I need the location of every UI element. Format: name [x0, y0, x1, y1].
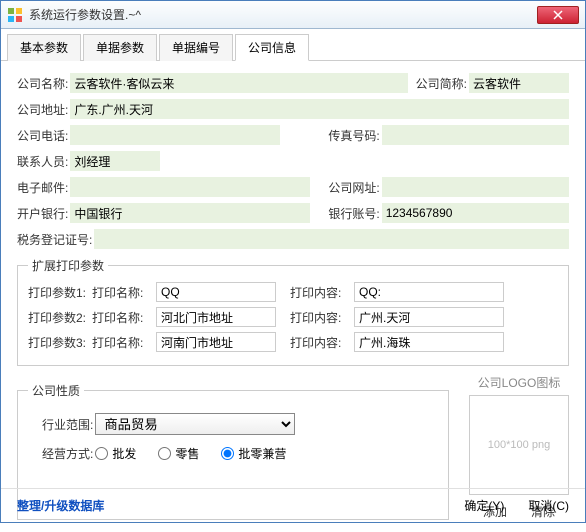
bank-input[interactable] — [70, 203, 310, 223]
close-button[interactable] — [537, 6, 579, 24]
contact-input[interactable] — [70, 151, 160, 171]
titlebar: 系统运行参数设置.~^ — [1, 1, 585, 29]
company-addr-label: 公司地址: — [17, 101, 68, 118]
company-name-label: 公司名称: — [17, 75, 68, 92]
mode-radio-1[interactable] — [158, 447, 171, 460]
print-content-input-0[interactable] — [354, 282, 504, 302]
print-content-input-2[interactable] — [354, 332, 504, 352]
mode-radio-0[interactable] — [95, 447, 108, 460]
mode-option-1[interactable]: 零售 — [158, 445, 199, 462]
print-name-input-0[interactable] — [156, 282, 276, 302]
tab-billno[interactable]: 单据编号 — [159, 34, 233, 61]
print-content-label: 打印内容: — [290, 284, 348, 301]
window-title: 系统运行参数设置.~^ — [29, 6, 537, 23]
dialog-window: 系统运行参数设置.~^ 基本参数 单据参数 单据编号 公司信息 公司名称: 公司… — [0, 0, 586, 523]
bank-label: 开户银行: — [17, 205, 68, 222]
tab-bill[interactable]: 单据参数 — [83, 34, 157, 61]
company-short-input[interactable] — [469, 73, 569, 93]
close-icon — [553, 10, 563, 20]
bank-account-label: 银行账号: — [328, 205, 379, 222]
company-tel-input[interactable] — [70, 125, 280, 145]
print-ext-group: 扩展打印参数 打印参数1: 打印名称: 打印内容: 打印参数2: 打印名称: 打印内容: 打… — [17, 257, 569, 366]
app-icon — [7, 7, 23, 23]
website-input[interactable] — [382, 177, 569, 197]
print-param-label: 打印参数2: — [28, 309, 86, 326]
fax-input[interactable] — [382, 125, 569, 145]
tab-content: 公司名称: 公司简称: 公司地址: 公司电话: 传真号码: 联系人员: 电子邮件… — [1, 61, 585, 532]
mode-option-2[interactable]: 批零兼营 — [221, 445, 286, 462]
maintain-db-link[interactable]: 整理/升级数据库 — [17, 497, 104, 514]
contact-label: 联系人员: — [17, 153, 68, 170]
mode-text: 批零兼营 — [238, 445, 286, 462]
company-nature-legend: 公司性质 — [28, 382, 84, 399]
mode-radio-group: 批发 零售 批零兼营 — [95, 445, 304, 462]
mode-text: 零售 — [175, 445, 199, 462]
print-name-label: 打印名称: — [92, 284, 150, 301]
tab-company[interactable]: 公司信息 — [235, 34, 309, 61]
mode-text: 批发 — [112, 445, 136, 462]
print-name-label: 打印名称: — [92, 309, 150, 326]
print-param-label: 打印参数1: — [28, 284, 86, 301]
company-addr-input[interactable] — [70, 99, 569, 119]
website-label: 公司网址: — [328, 179, 379, 196]
print-content-label: 打印内容: — [290, 334, 348, 351]
logo-placeholder: 100*100 png — [488, 439, 550, 451]
print-ext-legend: 扩展打印参数 — [28, 257, 108, 274]
fax-label: 传真号码: — [328, 127, 379, 144]
taxno-label: 税务登记证号: — [17, 231, 92, 248]
company-short-label: 公司简称: — [416, 75, 467, 92]
print-content-label: 打印内容: — [290, 309, 348, 326]
taxno-input[interactable] — [94, 229, 569, 249]
logo-box[interactable]: 100*100 png — [469, 395, 569, 495]
email-input[interactable] — [70, 177, 310, 197]
footer: 整理/升级数据库 确定(Y) 取消(C) — [1, 488, 585, 522]
print-name-input-1[interactable] — [156, 307, 276, 327]
email-label: 电子邮件: — [17, 179, 68, 196]
mode-option-0[interactable]: 批发 — [95, 445, 136, 462]
mode-label: 经营方式: — [42, 445, 93, 462]
mode-radio-2[interactable] — [221, 447, 234, 460]
industry-select[interactable]: 商品贸易 — [95, 413, 295, 435]
tab-basic[interactable]: 基本参数 — [7, 34, 81, 61]
cancel-button[interactable]: 取消(C) — [528, 497, 569, 514]
tab-bar: 基本参数 单据参数 单据编号 公司信息 — [1, 29, 585, 61]
company-name-input[interactable] — [70, 73, 407, 93]
print-param-label: 打印参数3: — [28, 334, 86, 351]
industry-label: 行业范围: — [42, 416, 93, 433]
logo-label: 公司LOGO图标 — [469, 374, 569, 391]
print-name-input-2[interactable] — [156, 332, 276, 352]
print-content-input-1[interactable] — [354, 307, 504, 327]
company-tel-label: 公司电话: — [17, 127, 68, 144]
bank-account-input[interactable] — [382, 203, 569, 223]
print-name-label: 打印名称: — [92, 334, 150, 351]
ok-button[interactable]: 确定(Y) — [464, 497, 504, 514]
